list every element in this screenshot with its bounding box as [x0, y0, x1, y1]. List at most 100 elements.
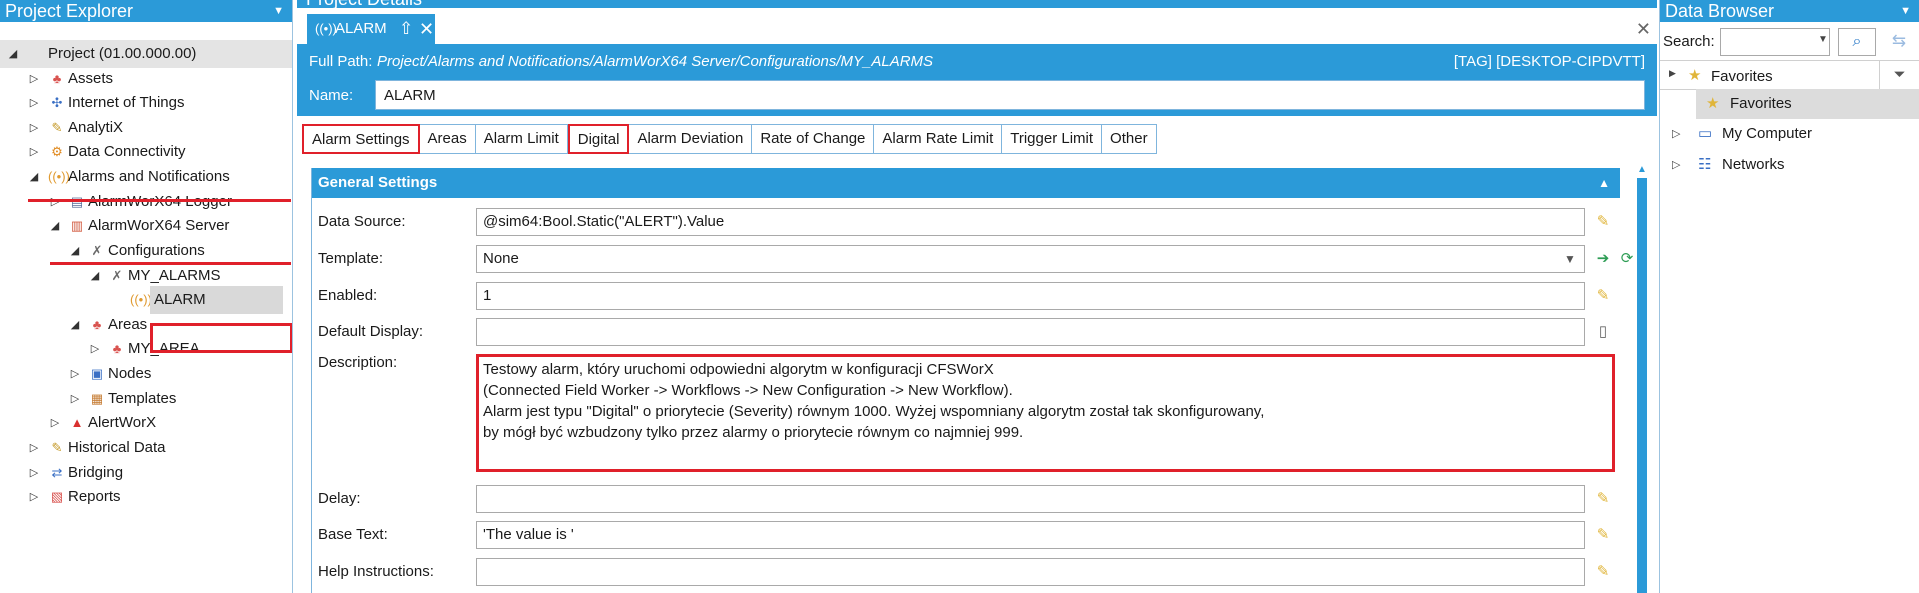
- delay-input[interactable]: [476, 485, 1585, 513]
- collapsed-arrow-icon[interactable]: ▷: [27, 89, 41, 117]
- panel-menu-icon[interactable]: ▼: [273, 0, 284, 22]
- data-browser-panel: Data Browser ▼ Search: ▼ ⌕ ⇆ ▶ ★ Favorit…: [1659, 0, 1919, 593]
- tab-alarm-rate-limit[interactable]: Alarm Rate Limit: [874, 124, 1003, 154]
- tree-item-alarm[interactable]: ((•)) ALARM: [0, 286, 292, 314]
- tab-alarm-settings[interactable]: Alarm Settings: [302, 124, 420, 154]
- tree-item-configurations[interactable]: ◢ ✗ Configurations: [0, 237, 292, 265]
- section-title: General Settings: [318, 174, 438, 191]
- tag-browse-icon[interactable]: ✎: [1593, 286, 1613, 306]
- collapsed-arrow-icon[interactable]: ▷: [88, 335, 102, 363]
- vertical-scrollbar[interactable]: ▲: [1635, 164, 1649, 593]
- computer-icon: ▭: [1698, 125, 1713, 142]
- tag-browse-icon[interactable]: ✎: [1593, 562, 1613, 582]
- expanded-arrow-icon[interactable]: ◢: [27, 163, 41, 191]
- tree-item-historical-data[interactable]: ▷ ✎ Historical Data: [0, 434, 292, 462]
- project-explorer-panel: Project Explorer ▼ ◢ Project (01.00.000.…: [0, 0, 293, 593]
- close-icon[interactable]: ✕: [419, 14, 434, 44]
- refresh-button[interactable]: ⇆: [1882, 28, 1916, 56]
- description-line: (Connected Field Worker -> Workflows -> …: [483, 382, 1013, 399]
- tab-trigger-limit[interactable]: Trigger Limit: [1002, 124, 1103, 154]
- chevron-right-icon[interactable]: ▶: [1669, 68, 1676, 79]
- default-display-input[interactable]: [476, 318, 1585, 346]
- description-label: Description:: [318, 354, 398, 371]
- tree-item-project[interactable]: ◢ Project (01.00.000.00): [0, 40, 292, 68]
- scrollbar-thumb[interactable]: [1637, 178, 1647, 593]
- reports-icon: ▧: [50, 489, 64, 504]
- templates-icon: ▦: [90, 391, 104, 406]
- search-button[interactable]: ⌕: [1838, 28, 1876, 56]
- tree-item-reports[interactable]: ▷ ▧ Reports: [0, 483, 292, 511]
- warning-icon: ▲: [70, 415, 84, 430]
- collapsed-arrow-icon[interactable]: ▷: [68, 360, 82, 388]
- data-tree-item-networks[interactable]: ▷ ☷ Networks: [1660, 150, 1919, 180]
- display-browse-icon[interactable]: ▯: [1593, 322, 1613, 342]
- tag-browse-icon[interactable]: ✎: [1593, 525, 1613, 545]
- template-select[interactable]: None: [476, 245, 1585, 273]
- filter-icon: ⏷: [1893, 66, 1906, 83]
- data-tree-item-my-computer[interactable]: ▷ ▭ My Computer: [1660, 119, 1919, 149]
- tab-digital[interactable]: Digital: [567, 124, 630, 154]
- tree-item-alarms-and-notifications[interactable]: ◢ ((•)) Alarms and Notifications: [0, 163, 292, 191]
- tree-item-label: Favorites: [1730, 95, 1792, 112]
- expanded-arrow-icon[interactable]: ◢: [48, 212, 62, 240]
- document-tab-alarm[interactable]: ((•)) ALARM ⇧ ✕: [307, 14, 435, 44]
- enabled-input[interactable]: 1: [476, 282, 1585, 310]
- enabled-label: Enabled:: [318, 287, 378, 304]
- tab-other[interactable]: Other: [1102, 124, 1157, 154]
- data-connectivity-icon: ⚙: [51, 144, 63, 159]
- pin-icon[interactable]: ⇧: [399, 14, 413, 44]
- section-header[interactable]: General Settings ▲: [312, 168, 1620, 198]
- data-tree-item-favorites[interactable]: ★ Favorites: [1696, 89, 1919, 119]
- tag-value: [TAG] [DESKTOP-CIPDVTT]: [1453, 53, 1645, 70]
- panel-menu-icon[interactable]: ▼: [1900, 0, 1911, 22]
- filter-button[interactable]: ⏷: [1879, 60, 1919, 90]
- help-instructions-input[interactable]: [476, 558, 1585, 586]
- analytix-icon: ✎: [51, 120, 63, 135]
- collapsed-arrow-icon[interactable]: ▷: [27, 483, 41, 511]
- expanded-arrow-icon[interactable]: ◢: [68, 237, 82, 265]
- tree-item-internet-of-things[interactable]: ▷ ✣ Internet of Things: [0, 89, 292, 117]
- tab-rate-of-change[interactable]: Rate of Change: [752, 124, 875, 154]
- collapsed-arrow-icon[interactable]: ▷: [48, 409, 62, 437]
- collapsed-arrow-icon[interactable]: ▷: [1672, 119, 1680, 149]
- tree-item-label: Networks: [1722, 156, 1785, 173]
- search-input[interactable]: [1720, 28, 1830, 56]
- description-textarea[interactable]: Testowy alarm, który uruchomi odpowiedni…: [476, 354, 1615, 472]
- tab-areas[interactable]: Areas: [419, 124, 476, 154]
- close-icon[interactable]: ✕: [1636, 19, 1651, 40]
- go-arrow-icon[interactable]: ➔: [1593, 249, 1613, 269]
- refresh-icon[interactable]: ⟳: [1617, 249, 1637, 269]
- search-row: Search: ▼ ⌕ ⇆: [1660, 26, 1919, 58]
- tab-alarm-deviation[interactable]: Alarm Deviation: [629, 124, 753, 154]
- template-label: Template:: [318, 250, 384, 267]
- tree-item-data-connectivity[interactable]: ▷ ⚙ Data Connectivity: [0, 138, 292, 166]
- expanded-arrow-icon[interactable]: ◢: [6, 40, 20, 68]
- data-browser-title: Data Browser: [1665, 1, 1775, 21]
- chevron-down-icon[interactable]: ▼: [1564, 252, 1576, 266]
- data-source-label: Data Source:: [318, 213, 406, 230]
- settings-tabs: Alarm Settings Areas Alarm Limit Digital Ala…: [302, 124, 1157, 154]
- areas-icon: ♣: [92, 317, 102, 332]
- tag-browse-icon[interactable]: ✎: [1593, 212, 1613, 232]
- tree-item-alertworx[interactable]: ▷ ▲ AlertWorX: [0, 409, 292, 437]
- name-input[interactable]: [375, 80, 1645, 110]
- full-path-label: Full Path:: [309, 53, 373, 70]
- collapsed-arrow-icon[interactable]: ▷: [27, 434, 41, 462]
- alarm-icon: ((•)): [130, 292, 152, 307]
- chevron-down-icon[interactable]: ▼: [1818, 34, 1828, 45]
- collapsed-arrow-icon[interactable]: ▷: [1672, 150, 1680, 180]
- tab-alarm-limit[interactable]: Alarm Limit: [475, 124, 568, 154]
- assets-icon: ♣: [52, 71, 62, 86]
- highlight-box: [150, 323, 292, 353]
- tag-browse-icon[interactable]: ✎: [1593, 489, 1613, 509]
- data-source-input[interactable]: @sim64:Bool.Static("ALERT").Value: [476, 208, 1585, 236]
- tree-item-label: ALARM: [150, 286, 283, 314]
- tree-item-alarmworx64-server[interactable]: ◢ ▥ AlarmWorX64 Server: [0, 212, 292, 240]
- scroll-up-icon[interactable]: ▲: [1637, 164, 1647, 175]
- collapsed-arrow-icon[interactable]: ▷: [27, 138, 41, 166]
- tree-item-label: Historical Data: [68, 439, 166, 456]
- area-icon: ♣: [112, 341, 122, 356]
- collapse-icon[interactable]: ▲: [1598, 168, 1610, 198]
- base-text-input[interactable]: 'The value is ': [476, 521, 1585, 549]
- tree-item-nodes[interactable]: ▷ ▣ Nodes: [0, 360, 292, 388]
